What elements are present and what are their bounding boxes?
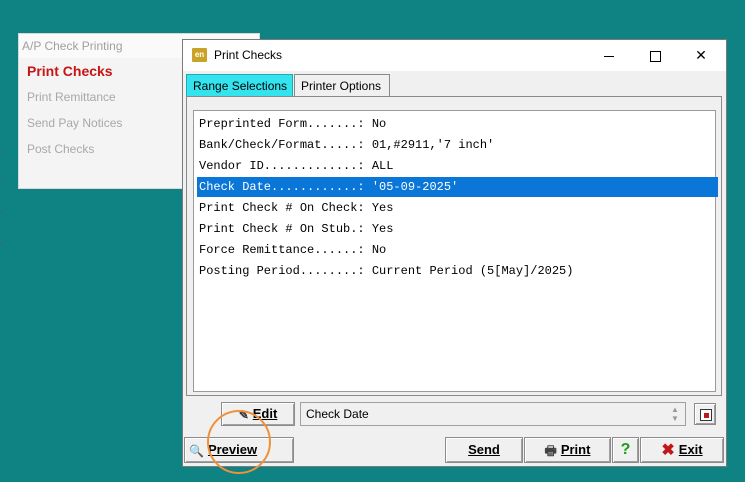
print-button-label: Print bbox=[560, 442, 591, 457]
preview-button[interactable]: 🔍 Preview bbox=[184, 437, 294, 463]
list-item-check-date[interactable]: Check Date............: '05-09-2025' bbox=[197, 177, 718, 197]
list-item-print-check-on-stub[interactable]: Print Check # On Stub.: Yes bbox=[197, 219, 718, 239]
edit-bar: ✎ Edit Check Date ▲ ▼ bbox=[183, 399, 728, 429]
left-edge-marks bbox=[0, 150, 2, 290]
tab-range-selections[interactable]: Range Selections bbox=[186, 74, 293, 96]
print-checks-dialog: en Print Checks ✕ Range Selections Print… bbox=[182, 39, 727, 467]
print-button[interactable]: 🖶 Print bbox=[524, 437, 611, 463]
lookup-icon bbox=[700, 409, 712, 421]
tab-printer-options[interactable]: Printer Options bbox=[294, 74, 390, 96]
tab-content-frame: Preprinted Form.......: No Bank/Check/Fo… bbox=[186, 96, 722, 396]
app-icon: en bbox=[192, 48, 207, 62]
send-button-label: Send bbox=[468, 442, 500, 457]
maximize-button[interactable] bbox=[632, 40, 678, 71]
title-bar[interactable]: en Print Checks ✕ bbox=[183, 40, 726, 71]
preview-button-label: Preview bbox=[207, 442, 258, 457]
close-icon: ✕ bbox=[695, 47, 707, 63]
edit-button-label: Edit bbox=[252, 406, 278, 421]
help-button[interactable]: ? bbox=[612, 437, 639, 463]
range-selection-list: Preprinted Form.......: No Bank/Check/Fo… bbox=[193, 110, 718, 392]
window-title: Print Checks bbox=[214, 48, 283, 62]
magnifier-icon: 🔍 bbox=[189, 443, 204, 458]
exit-button[interactable]: ✖ Exit bbox=[640, 437, 724, 463]
list-item-preprinted-form[interactable]: Preprinted Form.......: No bbox=[197, 114, 718, 134]
spinner-icon[interactable]: ▲ ▼ bbox=[669, 405, 681, 423]
lookup-button[interactable] bbox=[694, 403, 716, 425]
minimize-icon bbox=[604, 55, 614, 57]
minimize-button[interactable] bbox=[586, 40, 632, 71]
current-field-display: Check Date ▲ ▼ bbox=[300, 402, 686, 426]
list-item-vendor-id[interactable]: Vendor ID.............: ALL bbox=[197, 156, 718, 176]
exit-x-icon: ✖ bbox=[661, 441, 675, 459]
pencil-icon: ✎ bbox=[238, 407, 249, 422]
exit-button-label: Exit bbox=[678, 442, 703, 457]
list-item-posting-period[interactable]: Posting Period........: Current Period (… bbox=[197, 261, 718, 281]
close-button[interactable]: ✕ bbox=[678, 40, 724, 71]
printer-icon: 🖶 bbox=[544, 442, 557, 458]
help-icon: ? bbox=[620, 441, 631, 458]
list-item-print-check-on-check[interactable]: Print Check # On Check: Yes bbox=[197, 198, 718, 218]
action-bar: 🔍 Preview Send 🖶 Print ? ✖ Exit bbox=[183, 436, 728, 466]
maximize-icon bbox=[649, 50, 661, 62]
edit-button[interactable]: ✎ Edit bbox=[221, 402, 295, 426]
list-item-bank-check-format[interactable]: Bank/Check/Format.....: 01,#2911,'7 inch… bbox=[197, 135, 718, 155]
current-field-label: Check Date bbox=[306, 407, 369, 421]
send-button[interactable]: Send bbox=[445, 437, 523, 463]
list-item-force-remittance[interactable]: Force Remittance......: No bbox=[197, 240, 718, 260]
